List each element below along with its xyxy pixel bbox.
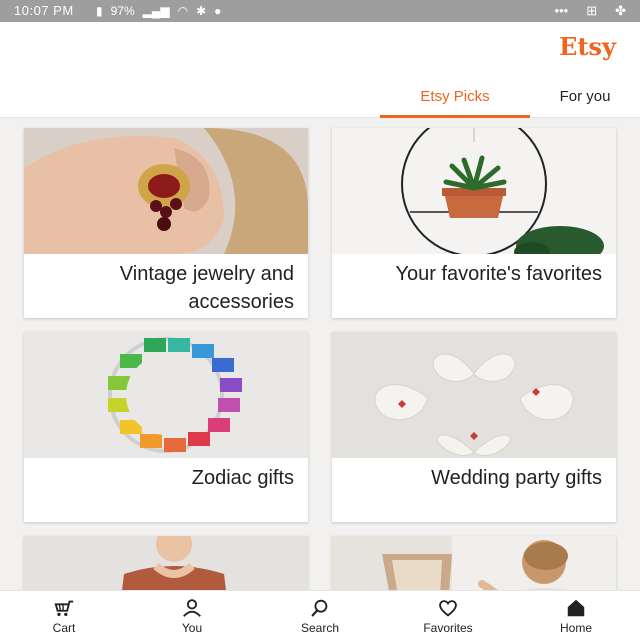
- nav-label: Favorites: [423, 621, 473, 635]
- grid-icon: ⊞: [586, 3, 598, 18]
- card-title: Zodiac gifts: [191, 467, 294, 489]
- location-icon: ●: [214, 4, 222, 18]
- etsy-logo[interactable]: Etsy: [559, 32, 616, 61]
- tab-for-you[interactable]: For you: [530, 78, 640, 118]
- cart-icon: [54, 600, 74, 617]
- user-icon: [183, 599, 201, 617]
- card-image: [24, 128, 308, 254]
- card-image: [332, 128, 616, 254]
- card-title: Your favorite's favorites: [395, 263, 602, 285]
- card-vintage-jewelry[interactable]: Vintage jewelry and accessories: [24, 128, 308, 318]
- nav-home[interactable]: Home: [512, 591, 640, 640]
- card-image: [24, 332, 308, 458]
- battery-icon: ▮: [96, 4, 103, 18]
- card-zodiac-gifts[interactable]: Zodiac gifts: [24, 332, 308, 522]
- card-title: Vintage jewelry and accessories: [119, 263, 294, 313]
- status-notifications: ••• ⊞ ✤: [555, 3, 626, 19]
- status-indicators: ▮ 97% ▂▄▆ ◠ ✱ ●: [96, 4, 221, 18]
- card-image: [24, 536, 308, 590]
- bottom-navigation: Home Favorites Search You Cart: [0, 590, 640, 640]
- card-image: [332, 536, 616, 590]
- card-title: Wedding party gifts: [431, 467, 602, 489]
- status-time: 10:07 PM: [14, 3, 74, 18]
- nav-label: Home: [559, 621, 592, 635]
- app-header: Etsy For you Etsy Picks: [0, 22, 640, 118]
- nav-label: Search: [300, 621, 340, 635]
- nav-you[interactable]: You: [128, 591, 256, 640]
- card-wedding-party-gifts[interactable]: Wedding party gifts: [332, 332, 616, 522]
- card-your-favorites-favorites[interactable]: Your favorite's favorites: [332, 128, 616, 318]
- nav-label: You: [181, 621, 203, 635]
- tab-etsy-picks[interactable]: Etsy Picks: [380, 78, 530, 118]
- signal-icon: ▂▄▆: [142, 4, 170, 18]
- more-icon: •••: [554, 3, 569, 18]
- search-icon: [311, 599, 328, 617]
- nav-favorites[interactable]: Favorites: [384, 591, 512, 640]
- card-image: [332, 332, 616, 458]
- tab-bar: For you Etsy Picks: [380, 78, 640, 118]
- nav-cart[interactable]: Cart: [0, 591, 128, 640]
- status-bar: 10:07 PM ▮ 97% ▂▄▆ ◠ ✱ ● ••• ⊞ ✤: [0, 0, 640, 22]
- battery-percent: 97%: [110, 4, 135, 18]
- home-icon: [567, 599, 585, 617]
- bluetooth-icon: ✱: [196, 4, 207, 18]
- heart-icon: [439, 600, 457, 617]
- card-macrame-wall-hanging[interactable]: [332, 536, 616, 590]
- card-woman-portrait[interactable]: [24, 536, 308, 590]
- wifi-icon: ◠: [177, 4, 189, 18]
- picks-grid: Your favorite's favorites Vintage jewelr…: [0, 118, 640, 590]
- nav-search[interactable]: Search: [256, 591, 384, 640]
- nav-label: Cart: [52, 621, 76, 635]
- fan-icon: ✤: [615, 3, 626, 18]
